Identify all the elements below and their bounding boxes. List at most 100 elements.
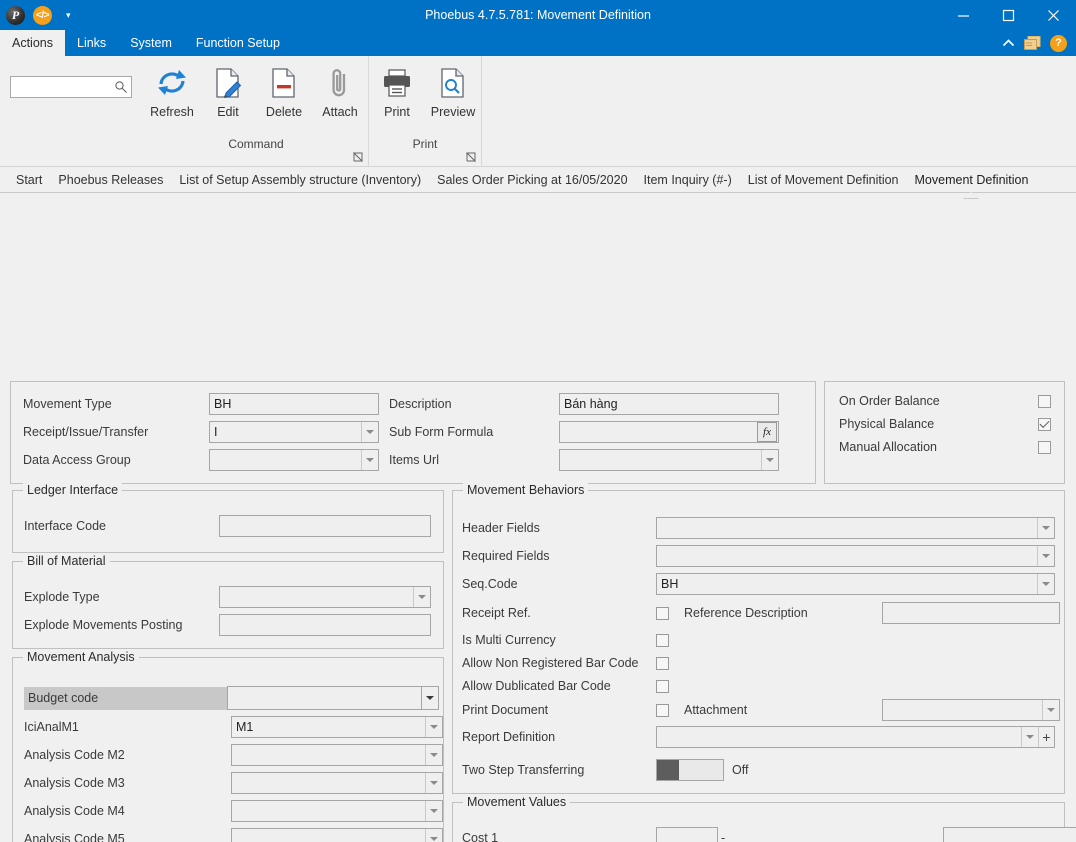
cost-1-input-a[interactable] bbox=[656, 827, 718, 842]
chevron-down-icon[interactable] bbox=[1042, 700, 1059, 720]
maximize-button[interactable] bbox=[986, 0, 1031, 30]
reference-description-input[interactable] bbox=[882, 602, 1060, 624]
analysis-m1-select[interactable]: M1 bbox=[231, 716, 443, 738]
analysis-m5-label: Analysis Code M5 bbox=[24, 832, 125, 842]
explode-type-select[interactable] bbox=[219, 586, 431, 608]
description-input[interactable]: Bán hàng bbox=[559, 393, 779, 415]
movement-type-input[interactable]: BH bbox=[209, 393, 379, 415]
data-access-group-select[interactable] bbox=[209, 449, 379, 471]
on-order-balance-row: On Order Balance bbox=[839, 394, 1051, 408]
add-report-definition-button[interactable]: + bbox=[1038, 727, 1054, 747]
tab-movement-definition[interactable]: Movement Definition bbox=[907, 167, 1037, 192]
close-button[interactable] bbox=[1031, 0, 1076, 30]
menu-item-function-setup[interactable]: Function Setup bbox=[184, 30, 292, 56]
chevron-down-icon[interactable] bbox=[761, 450, 778, 470]
chevron-down-icon[interactable] bbox=[413, 587, 430, 607]
document-tab-strip: Start Phoebus Releases List of Setup Ass… bbox=[0, 167, 1076, 193]
tab-phoebus-releases[interactable]: Phoebus Releases bbox=[50, 167, 171, 192]
analysis-m5-select[interactable] bbox=[231, 828, 443, 842]
chevron-up-icon[interactable] bbox=[1002, 38, 1015, 48]
reference-description-label: Reference Description bbox=[684, 606, 808, 620]
quick-access-more-icon[interactable]: ▾ bbox=[66, 10, 71, 21]
header-fields-value bbox=[657, 518, 1037, 538]
windows-cascade-icon[interactable] bbox=[1024, 35, 1041, 51]
budget-code-select[interactable] bbox=[227, 686, 439, 710]
report-definition-select[interactable]: + bbox=[656, 726, 1055, 748]
physical-balance-row: Physical Balance bbox=[839, 417, 1051, 431]
tab-item-inquiry[interactable]: Item Inquiry (#-) bbox=[636, 167, 740, 192]
delete-button[interactable]: Delete bbox=[256, 60, 312, 119]
attachment-select[interactable] bbox=[882, 699, 1060, 721]
items-url-select[interactable] bbox=[559, 449, 779, 471]
phoebus-logo-icon[interactable]: P bbox=[6, 5, 25, 25]
chevron-down-icon[interactable] bbox=[425, 829, 442, 842]
refresh-button[interactable]: Refresh bbox=[144, 60, 200, 119]
tab-start[interactable]: Start bbox=[8, 167, 50, 192]
chevron-down-icon[interactable] bbox=[1037, 546, 1054, 566]
delete-icon bbox=[270, 66, 298, 100]
data-access-group-row: Data Access Group Items Url bbox=[23, 449, 779, 471]
cost-1-input-b[interactable] bbox=[943, 827, 1076, 842]
sub-form-formula-input[interactable]: fx bbox=[559, 421, 779, 443]
search-box[interactable] bbox=[10, 76, 132, 98]
preview-label: Preview bbox=[430, 105, 476, 119]
allow-non-registered-bar-code-checkbox[interactable] bbox=[656, 656, 669, 670]
search-input[interactable] bbox=[14, 78, 114, 96]
chevron-down-icon[interactable] bbox=[361, 450, 378, 470]
seq-code-select[interactable]: BH bbox=[656, 573, 1055, 595]
explode-movements-posting-row: Explode Movements Posting bbox=[24, 614, 431, 636]
tab-list-of-movement-definition[interactable]: List of Movement Definition bbox=[740, 167, 907, 192]
two-step-transferring-toggle[interactable] bbox=[656, 759, 724, 781]
search-icon[interactable] bbox=[114, 80, 128, 94]
analysis-m3-select[interactable] bbox=[231, 772, 443, 794]
interface-code-input[interactable] bbox=[219, 515, 431, 537]
chevron-down-icon[interactable] bbox=[421, 687, 438, 709]
minimize-button[interactable] bbox=[941, 0, 986, 30]
required-fields-value bbox=[657, 546, 1037, 566]
on-order-balance-checkbox[interactable] bbox=[1038, 394, 1051, 408]
analysis-m2-select[interactable] bbox=[231, 744, 443, 766]
explode-movements-posting-input[interactable] bbox=[219, 614, 431, 636]
print-dialog-launcher-icon[interactable] bbox=[465, 152, 477, 163]
is-multi-currency-checkbox[interactable] bbox=[656, 633, 669, 647]
items-url-value bbox=[560, 450, 761, 470]
toggle-knob[interactable] bbox=[657, 760, 679, 780]
chevron-down-icon[interactable] bbox=[425, 801, 442, 821]
preview-button[interactable]: Preview bbox=[425, 60, 481, 119]
header-fields-select[interactable] bbox=[656, 517, 1055, 539]
chevron-down-icon[interactable] bbox=[1037, 574, 1054, 594]
manual-allocation-checkbox[interactable] bbox=[1038, 440, 1051, 454]
command-dialog-launcher-icon[interactable] bbox=[352, 152, 364, 163]
analysis-m1-value: M1 bbox=[236, 720, 254, 734]
chevron-down-icon[interactable] bbox=[1037, 518, 1054, 538]
chevron-down-icon[interactable] bbox=[1021, 727, 1038, 747]
ribbon: Refresh Edit Delete Attach Command Print… bbox=[0, 56, 1076, 167]
analysis-row-budget-code: Budget code bbox=[24, 686, 439, 710]
chevron-down-icon[interactable] bbox=[425, 745, 442, 765]
menu-item-links[interactable]: Links bbox=[65, 30, 118, 56]
receipt-issue-transfer-select[interactable]: I bbox=[209, 421, 379, 443]
ledger-interface-group: Ledger Interface Interface Code bbox=[12, 483, 444, 553]
physical-balance-checkbox[interactable] bbox=[1038, 417, 1051, 431]
chevron-down-icon[interactable] bbox=[425, 773, 442, 793]
print-button[interactable]: Print bbox=[369, 60, 425, 119]
chevron-down-icon[interactable] bbox=[425, 717, 442, 737]
edit-button[interactable]: Edit bbox=[200, 60, 256, 119]
chevron-down-icon[interactable] bbox=[361, 422, 378, 442]
menu-item-system[interactable]: System bbox=[118, 30, 184, 56]
analysis-m4-select[interactable] bbox=[231, 800, 443, 822]
print-document-checkbox[interactable] bbox=[656, 703, 669, 717]
required-fields-select[interactable] bbox=[656, 545, 1055, 567]
allow-dublicated-bar-code-checkbox[interactable] bbox=[656, 679, 669, 693]
tab-list-of-setup-assembly-structure[interactable]: List of Setup Assembly structure (Invent… bbox=[171, 167, 429, 192]
receipt-ref-checkbox[interactable] bbox=[656, 606, 669, 620]
analysis-m2-label: Analysis Code M2 bbox=[24, 748, 125, 762]
help-icon[interactable]: ? bbox=[1050, 34, 1067, 52]
bill-of-material-title: Bill of Material bbox=[23, 554, 110, 568]
menu-item-actions[interactable]: Actions bbox=[0, 30, 65, 56]
analysis-row-m4: Analysis Code M4 bbox=[24, 800, 443, 822]
formula-builder-button[interactable]: fx bbox=[757, 422, 777, 442]
tab-sales-order-picking[interactable]: Sales Order Picking at 16/05/2020 bbox=[429, 167, 635, 192]
attach-button[interactable]: Attach bbox=[312, 60, 368, 119]
code-logo-icon[interactable]: </> bbox=[33, 5, 52, 25]
